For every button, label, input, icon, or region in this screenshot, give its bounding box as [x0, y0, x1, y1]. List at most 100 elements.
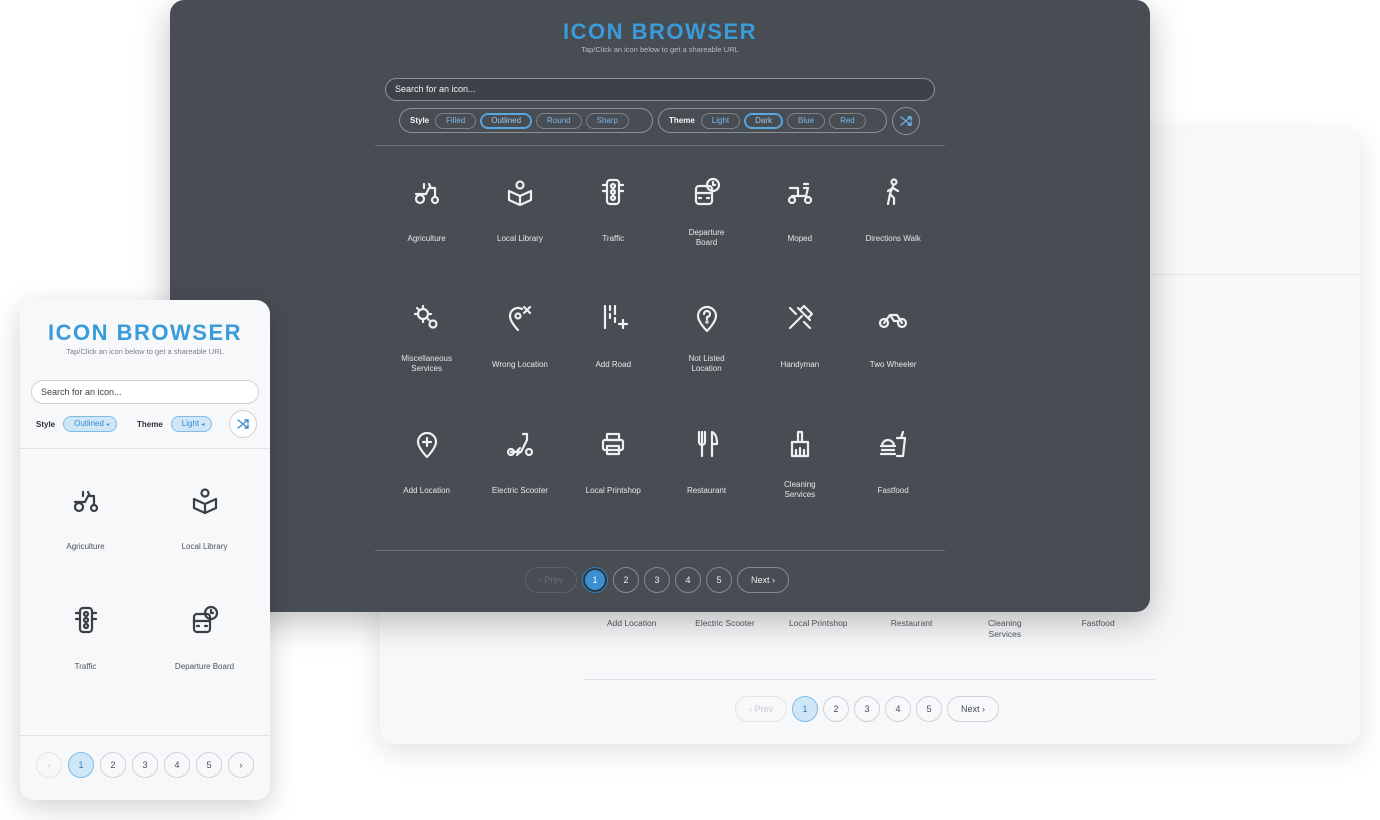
icon-tile[interactable]: Two Wheeler — [846, 298, 939, 424]
next-button[interactable]: Next › — [947, 696, 1000, 722]
pagination: ‹ Prev 1 2 3 4 5 Next › — [525, 567, 790, 593]
page-button-1[interactable]: 1 — [792, 696, 819, 722]
icon-label: Add Location — [403, 486, 450, 495]
icon-tile[interactable]: Cleaning Services — [753, 424, 846, 550]
page-button-2[interactable]: 2 — [613, 567, 640, 593]
page-button-5[interactable]: 5 — [916, 696, 943, 722]
icon-label: Fastfood — [877, 486, 909, 495]
icon-label: Departure Board — [688, 228, 725, 247]
next-button[interactable]: Next › — [737, 567, 790, 593]
icon-grid: Agriculture Local Library Traffic Departure… — [380, 172, 940, 550]
page-button-5[interactable]: 5 — [706, 567, 733, 593]
page-button-3[interactable]: 3 — [132, 752, 158, 778]
theme-chip-dark[interactable]: Dark — [744, 112, 784, 129]
departure-board-icon — [188, 600, 222, 640]
page-button-1[interactable]: 1 — [68, 752, 94, 778]
shuffle-button[interactable] — [892, 107, 920, 135]
gears-icon — [410, 298, 444, 338]
icon-tile[interactable]: Local Library — [473, 172, 566, 298]
divider — [375, 145, 945, 146]
page-button-4[interactable]: 4 — [675, 567, 702, 593]
icon-tile[interactable]: Not Listed Location — [660, 298, 753, 424]
style-select[interactable]: Outlined ◂ — [63, 416, 118, 432]
divider — [585, 679, 1155, 680]
library-icon — [503, 172, 537, 212]
icon-label[interactable]: Add Location — [585, 618, 678, 639]
prev-button[interactable]: ‹ Prev — [525, 567, 578, 593]
icon-tile[interactable]: Departure Board — [660, 172, 753, 298]
icon-tile[interactable]: Wrong Location — [473, 298, 566, 424]
page-button-2[interactable]: 2 — [823, 696, 850, 722]
icon-tile[interactable]: Miscellaneous Services — [380, 298, 473, 424]
tractor-icon — [410, 172, 444, 212]
icon-label: Local Library — [497, 234, 543, 243]
icon-label[interactable]: Cleaning Services — [958, 618, 1051, 639]
theme-chip-light[interactable]: Light — [700, 112, 741, 129]
icon-tile[interactable]: Fastfood — [846, 424, 939, 550]
icon-tile[interactable]: Electric Scooter — [473, 424, 566, 550]
page-button-4[interactable]: 4 — [885, 696, 912, 722]
icon-tile[interactable]: Traffic — [567, 172, 660, 298]
page-button-2[interactable]: 2 — [100, 752, 126, 778]
icon-tile[interactable]: Add Road — [567, 298, 660, 424]
library-icon — [188, 480, 222, 520]
page-button-5[interactable]: 5 — [196, 752, 222, 778]
next-button[interactable]: › — [228, 752, 254, 778]
icon-label[interactable]: Electric Scooter — [678, 618, 771, 639]
pagination: ‹ Prev 1 2 3 4 5 Next › — [735, 696, 1000, 722]
pagination-footer: ‹ 1 2 3 4 5 › — [20, 735, 270, 800]
style-chip-filled[interactable]: Filled — [435, 112, 477, 129]
icon-label: Local Printshop — [585, 486, 641, 495]
page-title: ICON BROWSER — [48, 320, 242, 345]
icon-label: Agriculture — [66, 542, 105, 551]
departure-board-icon — [690, 172, 724, 212]
add-road-icon — [596, 298, 630, 338]
icon-label: Agriculture — [407, 234, 446, 243]
page-subtitle: Tap/Click an icon below to get a shareab… — [66, 347, 224, 356]
icon-tile[interactable]: Local Library — [145, 480, 264, 600]
icon-tile[interactable]: Add Location — [380, 424, 473, 550]
caret-icon: ◂ — [106, 422, 110, 428]
divider — [1150, 274, 1360, 275]
page-button-1[interactable]: 1 — [582, 567, 609, 593]
shuffle-button[interactable] — [229, 410, 257, 438]
icon-tile[interactable]: Agriculture — [26, 480, 145, 600]
style-chip-round[interactable]: Round — [536, 112, 582, 129]
style-chip-sharp[interactable]: Sharp — [585, 112, 629, 129]
icon-tile[interactable]: Traffic — [26, 600, 145, 720]
icon-label[interactable]: Restaurant — [865, 618, 958, 639]
page-button-4[interactable]: 4 — [164, 752, 190, 778]
theme-select[interactable]: Light ◂ — [170, 416, 213, 432]
icon-label[interactable]: Fastfood — [1051, 618, 1144, 639]
page-button-3[interactable]: 3 — [854, 696, 881, 722]
page-button-3[interactable]: 3 — [644, 567, 671, 593]
icon-label[interactable]: Local Printshop — [772, 618, 865, 639]
divider — [20, 448, 270, 449]
icon-label: Moped — [787, 234, 813, 243]
style-chip-outlined[interactable]: Outlined — [480, 112, 533, 129]
icon-tile[interactable]: Restaurant — [660, 424, 753, 550]
showcase-stage: Add Location Electric Scooter Local Prin… — [0, 0, 1380, 820]
theme-filter: Theme Light ◂ — [137, 416, 213, 432]
search-input[interactable]: Search for an icon... — [385, 78, 935, 101]
electric-scooter-icon — [503, 424, 537, 464]
icon-tile[interactable]: Departure Board — [145, 600, 264, 720]
icon-label: Two Wheeler — [869, 360, 917, 369]
theme-chip-blue[interactable]: Blue — [787, 112, 826, 129]
icon-label: Directions Walk — [865, 234, 921, 243]
icon-tile[interactable]: Handyman — [753, 298, 846, 424]
search-input[interactable]: Search for an icon... — [31, 380, 259, 404]
tractor-icon — [69, 480, 103, 520]
icon-label: Handyman — [780, 360, 820, 369]
icon-label: Traffic — [602, 234, 625, 243]
style-filter: Style Outlined ◂ — [36, 416, 118, 432]
traffic-light-icon — [69, 600, 103, 640]
icon-tile[interactable]: Agriculture — [380, 172, 473, 298]
icon-label: Traffic — [74, 662, 97, 671]
prev-button[interactable]: ‹ Prev — [735, 696, 788, 722]
theme-chip-red[interactable]: Red — [829, 112, 866, 129]
icon-tile[interactable]: Moped — [753, 172, 846, 298]
prev-button[interactable]: ‹ — [36, 752, 62, 778]
icon-tile[interactable]: Local Printshop — [567, 424, 660, 550]
icon-tile[interactable]: Directions Walk — [846, 172, 939, 298]
